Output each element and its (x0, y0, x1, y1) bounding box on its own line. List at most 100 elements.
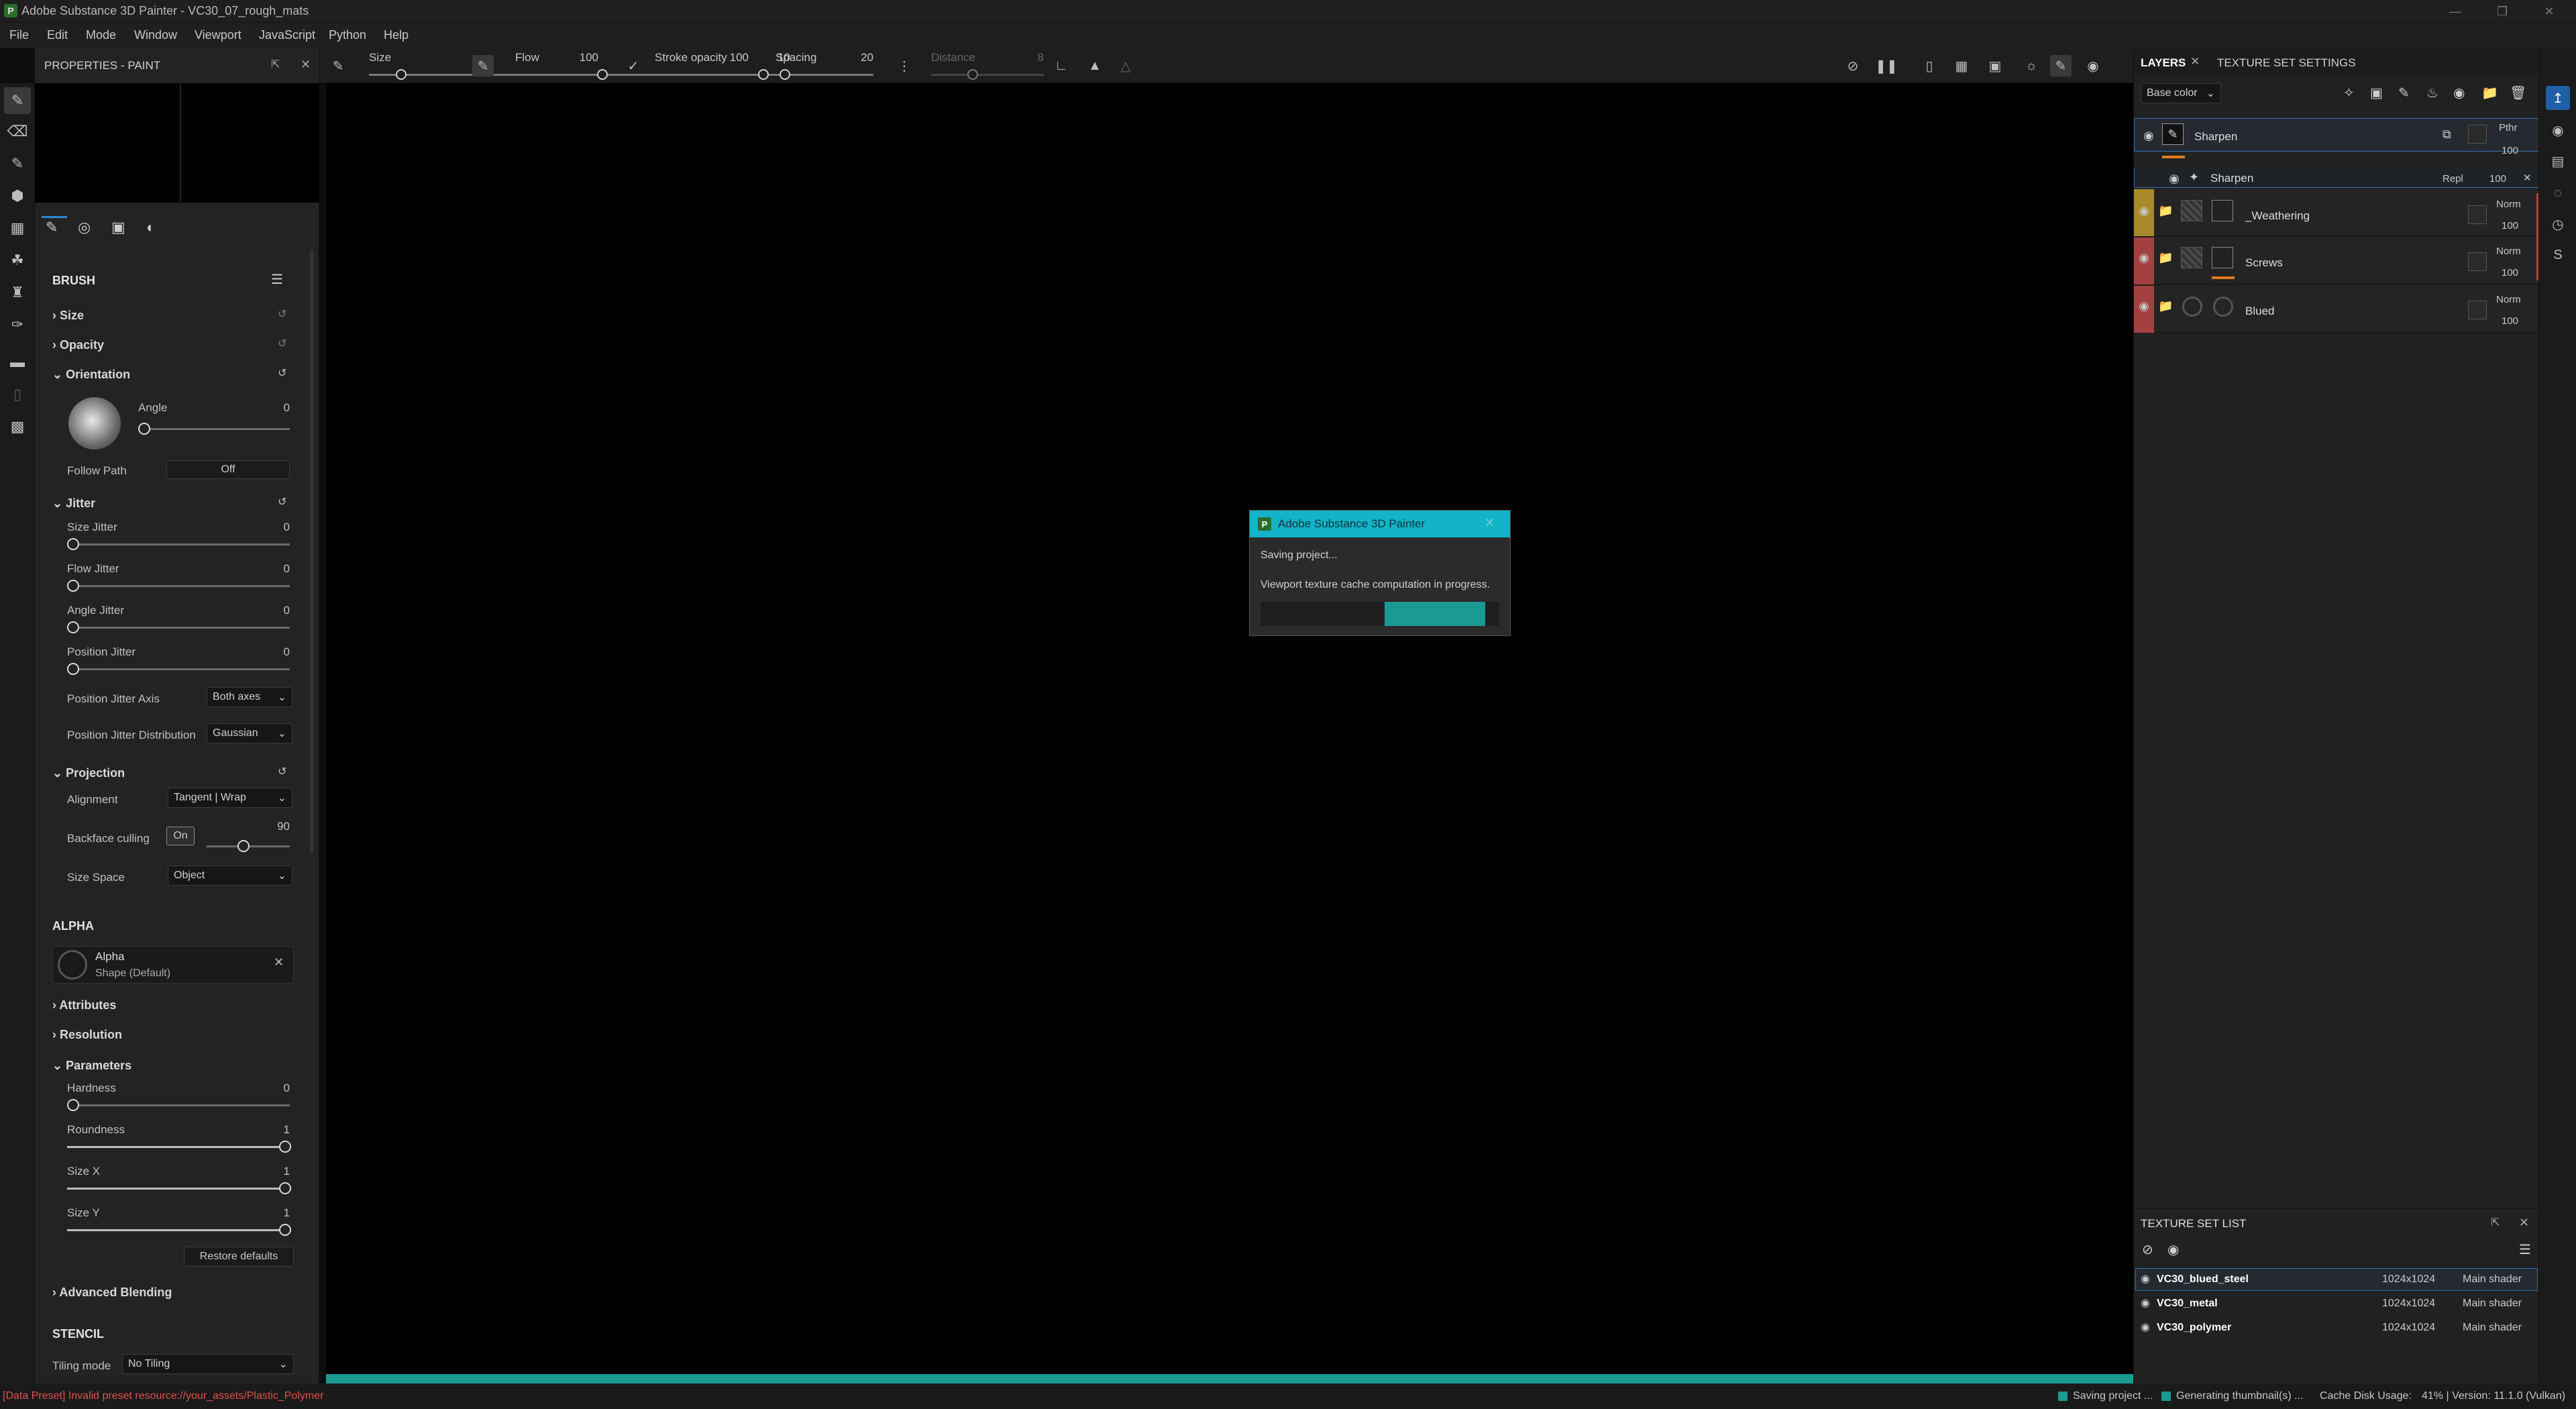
flow-jitter-slider[interactable] (67, 585, 290, 587)
effect-opacity[interactable]: 100 (2489, 173, 2506, 185)
add-mask-icon[interactable]: ▣ (2370, 85, 2383, 101)
screenshot-camera-icon[interactable]: ◉ (2082, 55, 2104, 76)
alpha-slot[interactable] (52, 946, 294, 984)
size-x-knob[interactable] (279, 1182, 291, 1194)
show-all-icon[interactable]: ◉ (2167, 1241, 2179, 1258)
size-y-knob[interactable] (279, 1224, 291, 1236)
paint-brush-icon[interactable]: ✎ (4, 87, 31, 114)
orientation-reset-icon[interactable]: ↺ (278, 366, 286, 380)
size-x-slider[interactable] (67, 1188, 290, 1190)
eye-icon[interactable]: ◉ (2136, 298, 2152, 314)
clone-stamp-icon[interactable]: ♜ (4, 279, 31, 306)
dialog-close-icon[interactable]: ✕ (1485, 516, 1495, 530)
display-settings-icon[interactable]: ▤ (2546, 149, 2570, 173)
symmetry-icon[interactable]: ▲ (1084, 55, 1106, 76)
hardness-knob[interactable] (67, 1099, 79, 1111)
angle-jitter-slider[interactable] (67, 627, 290, 629)
cube-view-icon[interactable]: ▦ (1951, 55, 1972, 76)
roundness-slider[interactable] (67, 1146, 290, 1148)
flow-jitter-knob[interactable] (67, 580, 79, 592)
tiling-mode-dropdown[interactable]: No Tiling ⌄ (122, 1354, 294, 1374)
smudge-icon[interactable]: ☘ (4, 247, 31, 274)
tab-texture-set-settings[interactable]: TEXTURE SET SETTINGS (2217, 56, 2356, 70)
angle-slider[interactable] (138, 428, 290, 430)
minimize-icon[interactable]: — (2435, 0, 2475, 23)
backface-angle-knob[interactable] (237, 840, 250, 852)
brush-shape-icon[interactable]: ✎ (327, 55, 349, 76)
status-error[interactable]: [Data Preset] Invalid preset resource://… (3, 1390, 323, 1402)
texture-set-shader[interactable]: Main shader (2463, 1322, 2522, 1334)
eye-icon[interactable]: ◉ (2141, 1272, 2150, 1286)
layer-blend-mode[interactable]: Norm (2496, 246, 2521, 257)
export-icon[interactable]: ↥ (2546, 86, 2570, 110)
menu-mode[interactable]: Mode (86, 28, 116, 42)
backface-culling-toggle[interactable]: On (166, 827, 195, 845)
add-effect-icon[interactable]: ✧ (2343, 85, 2355, 101)
flow-slider[interactable] (515, 74, 598, 76)
projection-section-toggle[interactable]: ⌄ Projection (52, 766, 125, 780)
eye-icon[interactable]: ◉ (2141, 1296, 2150, 1310)
opacity-reset-icon[interactable]: ↺ (278, 337, 286, 350)
stencil-tab-icon[interactable]: ◐ (146, 219, 155, 236)
menu-window[interactable]: Window (134, 28, 177, 42)
size-jitter-slider[interactable] (67, 543, 290, 545)
texture-set-shader[interactable]: Main shader (2463, 1273, 2522, 1286)
position-jitter-distribution-dropdown[interactable]: Gaussian ⌄ (207, 723, 292, 743)
size-space-dropdown[interactable]: Object ⌄ (168, 866, 292, 886)
resolution-section-toggle[interactable]: › Resolution (52, 1028, 122, 1042)
symmetry-mirror-icon[interactable]: △ (1115, 55, 1136, 76)
ruler-icon[interactable]: ▯ (4, 381, 31, 408)
layer-blend-mode[interactable]: Norm (2496, 199, 2521, 210)
distance-knob[interactable] (967, 69, 978, 80)
close-panel-icon[interactable]: ✕ (301, 58, 311, 72)
bake-icon[interactable]: ▩ (4, 413, 31, 440)
menu-viewport[interactable]: Viewport (195, 28, 241, 42)
projection-icon[interactable]: ✎ (4, 150, 31, 177)
layer-blend-mode[interactable]: Norm (2496, 294, 2521, 305)
menu-help[interactable]: Help (384, 28, 409, 42)
stroke-pressure-icon[interactable]: ✓ (623, 55, 644, 76)
add-fill-layer-icon[interactable]: ♨ (2426, 85, 2438, 101)
channel-dropdown[interactable]: Base color ⌄ (2141, 83, 2221, 103)
layer-opacity[interactable]: 100 (2502, 267, 2518, 278)
display-mode-icon[interactable]: ▯ (1919, 55, 1940, 76)
clear-alpha-icon[interactable]: ✕ (274, 955, 284, 970)
position-jitter-knob[interactable] (67, 663, 79, 675)
float-panel-icon[interactable]: ⇱ (2491, 1216, 2500, 1229)
angle-jitter-knob[interactable] (67, 621, 79, 633)
symmetry-curve-icon[interactable]: ∟ (1051, 55, 1072, 76)
geometry-fill-icon[interactable]: ⬢ (4, 182, 31, 209)
size-reset-icon[interactable]: ↺ (278, 307, 286, 321)
measure-icon[interactable]: ▬ (4, 349, 31, 376)
layer-opacity[interactable]: 100 (2502, 145, 2518, 156)
stroke-opacity-knob[interactable] (758, 69, 769, 80)
light-icon[interactable]: ☼ (2021, 55, 2042, 76)
polygon-fill-icon[interactable]: ▦ (4, 215, 31, 242)
flow-pressure-icon[interactable]: ✎ (472, 55, 494, 76)
add-folder-icon[interactable]: 📁 (2481, 85, 2498, 101)
size-y-slider[interactable] (67, 1229, 290, 1231)
parameters-section-toggle[interactable]: ⌄ Parameters (52, 1059, 131, 1073)
distance-slider[interactable] (931, 74, 1044, 76)
alignment-dropdown[interactable]: Tangent | Wrap ⌄ (168, 788, 292, 808)
size-jitter-knob[interactable] (67, 538, 79, 550)
hide-all-icon[interactable]: ⊘ (2142, 1241, 2153, 1258)
angle-knob[interactable] (138, 423, 150, 435)
viewport-3d[interactable] (326, 83, 2133, 1374)
size-section-toggle[interactable]: › Size (52, 309, 84, 323)
orientation-section-toggle[interactable]: ⌄ Orientation (52, 368, 130, 382)
hide-icon[interactable]: ⊘ (1842, 55, 1864, 76)
add-smart-material-icon[interactable]: ◉ (2453, 85, 2465, 101)
opacity-section-toggle[interactable]: › Opacity (52, 338, 104, 352)
size-slider-knob[interactable] (396, 69, 407, 80)
restore-defaults-button[interactable]: Restore defaults (184, 1247, 294, 1267)
alpha-tab-icon[interactable]: ▣ (111, 219, 125, 236)
attributes-section-toggle[interactable]: › Attributes (52, 998, 116, 1012)
copy-icon[interactable]: ⧉ (2443, 127, 2451, 142)
paint-mode-icon[interactable]: ✎ (2050, 55, 2072, 76)
position-jitter-axis-dropdown[interactable]: Both axes ⌄ (207, 687, 292, 707)
stroke-opacity-slider[interactable] (655, 74, 749, 76)
restore-icon[interactable]: ❐ (2482, 0, 2522, 23)
advanced-blending-toggle[interactable]: › Advanced Blending (52, 1286, 172, 1300)
eye-icon[interactable]: ◉ (2136, 203, 2152, 219)
